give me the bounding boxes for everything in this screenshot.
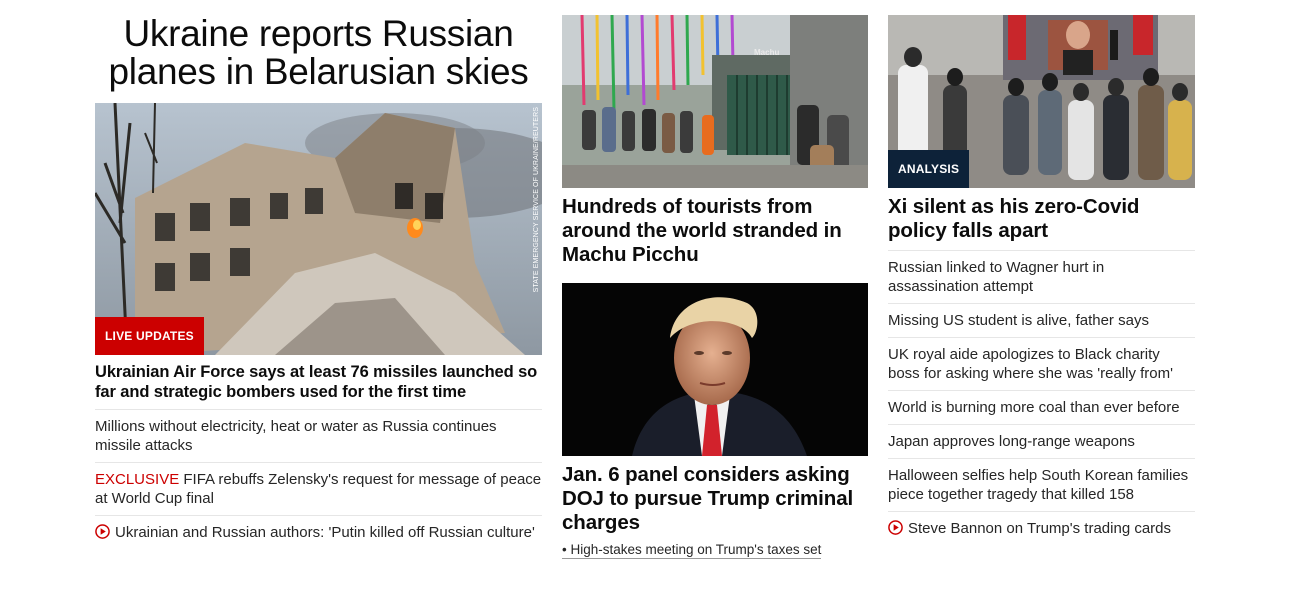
list-item: Russian linked to Wagner hurt in assassi… xyxy=(888,250,1195,303)
related-link-authors-text: Ukrainian and Russian authors: 'Putin ki… xyxy=(115,524,535,541)
machu-picchu-gate-image: Machu xyxy=(562,15,868,188)
list-item: Millions without electricity, heat or wa… xyxy=(95,409,542,462)
right-story-column: ANALYSIS Xi silent as his zero-Covid pol… xyxy=(888,15,1195,545)
xi-image-link[interactable]: ANALYSIS xyxy=(888,15,1195,188)
xi-headline[interactable]: Xi silent as his zero-Covid policy falls… xyxy=(888,195,1195,250)
story-link-japan-weapons[interactable]: Japan approves long-range weapons xyxy=(888,425,1195,458)
main-headline[interactable]: Ukraine reports Russian planes in Belaru… xyxy=(95,15,542,91)
list-item: Japan approves long-range weapons xyxy=(888,424,1195,458)
list-item: Missing US student is alive, father says xyxy=(888,303,1195,337)
trump-taxes-link[interactable]: • High-stakes meeting on Trump's taxes s… xyxy=(562,542,822,559)
related-link-electricity[interactable]: Millions without electricity, heat or wa… xyxy=(95,410,542,462)
story-link-bannon-text: Steve Bannon on Trump's trading cards xyxy=(908,520,1172,537)
middle-story-column: Machu Hundreds of tourists from around t… xyxy=(562,15,868,559)
play-circle-icon xyxy=(888,520,903,535)
list-item: Ukrainian and Russian authors: 'Putin ki… xyxy=(95,515,542,549)
play-circle-icon xyxy=(95,524,110,539)
trump-image-link[interactable] xyxy=(562,283,868,456)
top-stories-list: Russian linked to Wagner hurt in assassi… xyxy=(888,250,1195,545)
lead-story-column: Ukraine reports Russian planes in Belaru… xyxy=(95,15,542,549)
related-link-authors[interactable]: Ukrainian and Russian authors: 'Putin ki… xyxy=(95,516,542,549)
list-item: Steve Bannon on Trump's trading cards xyxy=(888,511,1195,545)
machu-picchu-image-link[interactable]: Machu xyxy=(562,15,868,188)
story-link-halloween[interactable]: Halloween selfies help South Korean fami… xyxy=(888,459,1195,511)
story-link-bannon-video[interactable]: Steve Bannon on Trump's trading cards xyxy=(888,512,1195,545)
machu-sign-text: Machu xyxy=(754,48,779,57)
live-updates-badge: LIVE UPDATES xyxy=(95,317,204,355)
list-item: UK royal aide apologizes to Black charit… xyxy=(888,337,1195,390)
lead-image-link[interactable]: STATE EMERGENCY SERVICE OF UKRAINE/REUTE… xyxy=(95,103,542,355)
list-item: Halloween selfies help South Korean fami… xyxy=(888,458,1195,511)
story-link-missing-student[interactable]: Missing US student is alive, father says xyxy=(888,304,1195,337)
list-item: EXCLUSIVE FIFA rebuffs Zelensky's reques… xyxy=(95,462,542,515)
jan6-headline[interactable]: Jan. 6 panel considers asking DOJ to pur… xyxy=(562,463,868,535)
lead-related-links: Millions without electricity, heat or wa… xyxy=(95,409,542,549)
exclusive-label: EXCLUSIVE xyxy=(95,471,180,488)
story-link-coal[interactable]: World is burning more coal than ever bef… xyxy=(888,391,1195,424)
machu-picchu-headline[interactable]: Hundreds of tourists from around the wor… xyxy=(562,195,868,267)
story-link-wagner[interactable]: Russian linked to Wagner hurt in assassi… xyxy=(888,251,1195,303)
related-link-fifa[interactable]: EXCLUSIVE FIFA rebuffs Zelensky's reques… xyxy=(95,463,542,515)
list-item: World is burning more coal than ever bef… xyxy=(888,390,1195,424)
trump-portrait-image xyxy=(562,283,868,456)
image-credit: STATE EMERGENCY SERVICE OF UKRAINE/REUTE… xyxy=(533,107,540,293)
story-link-royal-aide[interactable]: UK royal aide apologizes to Black charit… xyxy=(888,338,1195,390)
analysis-badge: ANALYSIS xyxy=(888,150,970,188)
lead-card-headline[interactable]: Ukrainian Air Force says at least 76 mis… xyxy=(95,362,542,409)
